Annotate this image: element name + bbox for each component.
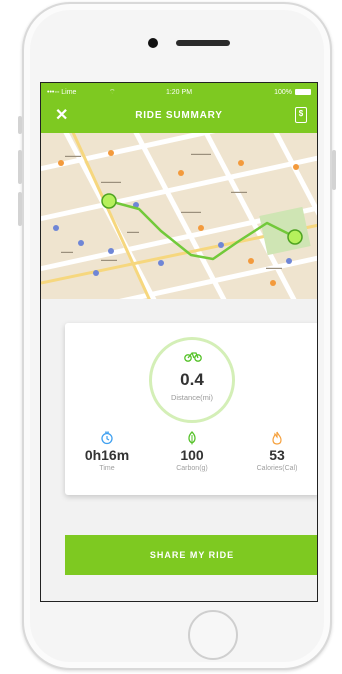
status-bar: •••◦◦ Lime ⌔ 1:20 PM 100% [41,83,317,101]
map-canvas: ▬▬▬▬ ▬▬▬▬▬ ▬▬▬▬▬ ▬▬▬▬ ▬▬▬ ▬▬▬▬▬ ▬▬▬▬ ▬▬▬… [41,133,317,299]
battery-percent: 100% [274,88,292,96]
volume-up-button [18,150,22,184]
svg-text:▬▬▬▬: ▬▬▬▬ [65,153,81,158]
battery-icon [295,89,311,95]
time-label: Time [99,465,115,472]
carbon-label: Carbon(g) [176,465,208,472]
receipt-icon[interactable]: $ [295,107,307,123]
flame-icon [272,431,282,445]
page-title: RIDE SUMMARY [135,110,223,121]
calories-label: Calories(Cal) [256,465,298,472]
app-header: ✕ RIDE SUMMARY $ [41,101,317,133]
share-ride-button[interactable]: SHARE MY RIDE [65,535,317,575]
ride-stats-card: 0.4 Distance(mi) 0h16m Time 100 Carbon(g… [65,323,317,495]
route-end-marker [287,229,303,245]
distance-label: Distance(mi) [170,393,214,402]
time-stat: 0h16m Time [67,431,147,472]
svg-text:▬▬▬: ▬▬▬ [61,249,73,254]
mute-switch [18,116,22,134]
home-button[interactable] [188,610,238,660]
svg-text:▬▬▬▬▬: ▬▬▬▬▬ [181,209,201,214]
bike-icon [184,352,202,362]
clock-icon [101,431,113,445]
svg-text:▬▬▬▬▬: ▬▬▬▬▬ [101,179,121,184]
svg-text:▬▬▬▬: ▬▬▬▬ [101,257,117,262]
route-start-marker [101,193,117,209]
distance-ring: 0.4 Distance(mi) [149,337,235,423]
route-map[interactable]: ▬▬▬▬ ▬▬▬▬▬ ▬▬▬▬▬ ▬▬▬▬ ▬▬▬ ▬▬▬▬▬ ▬▬▬▬ ▬▬▬… [41,133,317,299]
calories-stat: 53 Calories(Cal) [237,431,317,472]
power-button [332,150,336,190]
carbon-stat: 100 Carbon(g) [152,431,232,472]
carbon-value: 100 [180,447,204,463]
time-value: 0h16m [84,447,130,463]
svg-text:▬▬▬▬▬: ▬▬▬▬▬ [191,151,211,156]
calories-value: 53 [269,447,285,463]
distance-value: 0.4 [180,370,204,389]
leaf-icon [188,431,196,445]
volume-down-button [18,192,22,226]
svg-text:▬▬▬▬: ▬▬▬▬ [231,189,247,194]
front-camera [148,38,158,48]
svg-text:▬▬▬▬: ▬▬▬▬ [266,265,282,270]
earpiece-speaker [176,40,230,46]
svg-text:▬▬▬: ▬▬▬ [127,229,139,234]
app-screen: •••◦◦ Lime ⌔ 1:20 PM 100% ✕ RIDE SUMMARY… [40,82,318,602]
battery-indicator: 100% [274,89,311,96]
